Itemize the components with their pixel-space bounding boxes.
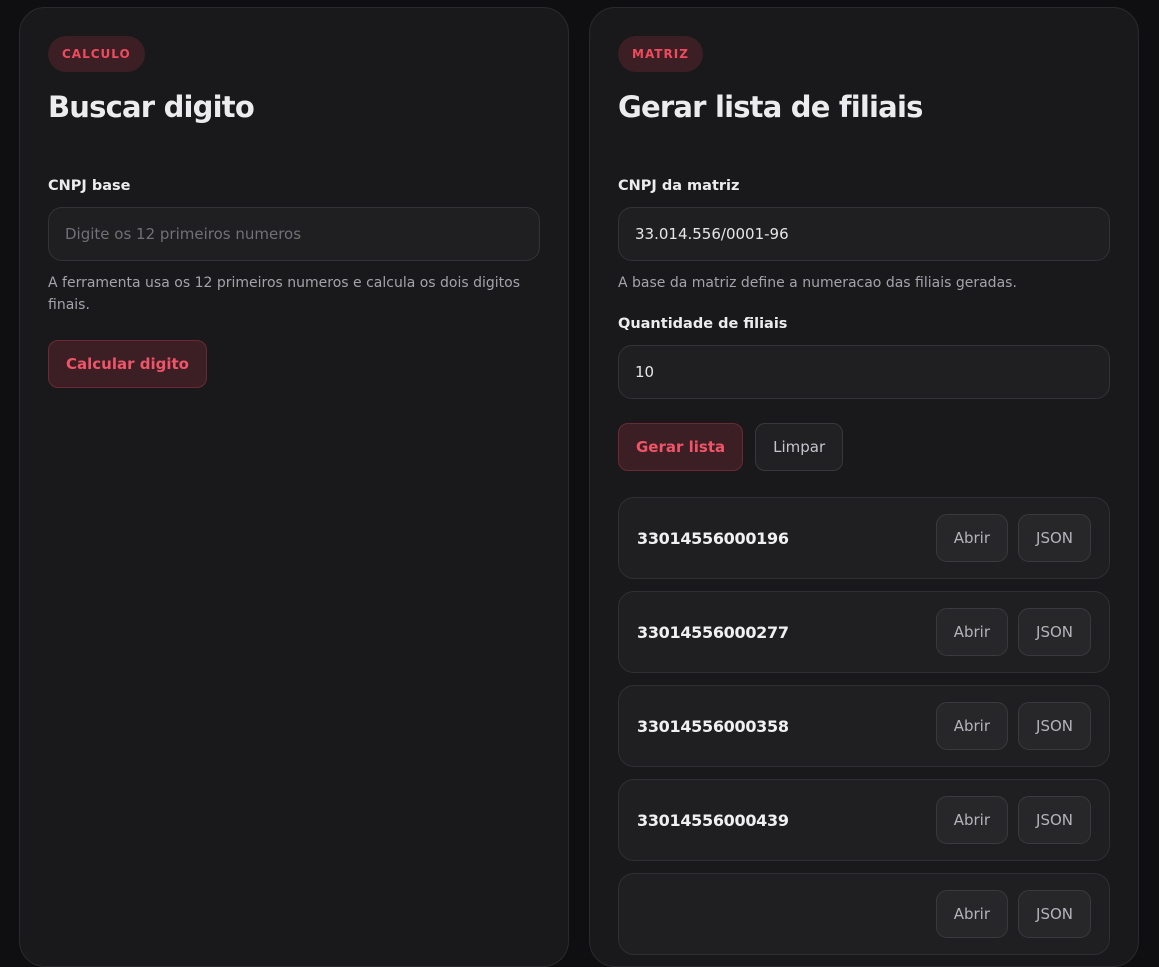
json-button[interactable]: JSON [1018, 890, 1091, 938]
cnpj-base-label: CNPJ base [48, 178, 131, 194]
filial-cnpj: 33014556000439 [637, 810, 789, 830]
panel-title: Buscar digito [48, 90, 255, 124]
list-item: Abrir JSON [618, 873, 1110, 955]
abrir-button[interactable]: Abrir [935, 890, 1009, 938]
abrir-button[interactable]: Abrir [935, 514, 1009, 562]
cnpj-base-help: A ferramenta usa os 12 primeiros numeros… [48, 275, 521, 313]
buscar-digito-panel: CALCULO Buscar digito CNPJ base Digite o… [19, 7, 569, 967]
json-button[interactable]: JSON [1018, 608, 1091, 656]
cnpj-matriz-help: A base da matriz define a numeracao das … [618, 275, 1017, 291]
cnpj-matriz-input[interactable]: 33.014.556/0001-96 [618, 207, 1110, 261]
quantidade-filiais-value: 10 [635, 363, 655, 381]
abrir-button[interactable]: Abrir [935, 702, 1009, 750]
filial-cnpj: 33014556000358 [637, 716, 789, 736]
list-item: 33014556000196 Abrir JSON [618, 497, 1110, 579]
quantidade-filiais-input[interactable]: 10 [618, 345, 1110, 399]
filial-cnpj: 33014556000196 [637, 528, 789, 548]
list-item: 33014556000277 Abrir JSON [618, 591, 1110, 673]
calcular-digito-button[interactable]: Calcular digito [48, 340, 207, 388]
json-button[interactable]: JSON [1018, 514, 1091, 562]
filial-cnpj: 33014556000277 [637, 622, 789, 642]
limpar-button[interactable]: Limpar [755, 423, 844, 471]
cnpj-base-placeholder: Digite os 12 primeiros numeros [65, 225, 302, 243]
cnpj-matriz-value: 33.014.556/0001-96 [635, 225, 789, 243]
abrir-button[interactable]: Abrir [935, 796, 1009, 844]
json-button[interactable]: JSON [1018, 796, 1091, 844]
list-item: 33014556000439 Abrir JSON [618, 779, 1110, 861]
cnpj-matriz-label: CNPJ da matriz [618, 178, 740, 194]
gerar-lista-button[interactable]: Gerar lista [618, 423, 744, 471]
cnpj-base-input[interactable]: Digite os 12 primeiros numeros [48, 207, 540, 261]
json-button[interactable]: JSON [1018, 702, 1091, 750]
filiais-list: 33014556000196 Abrir JSON 33014556000277… [618, 497, 1110, 955]
matriz-badge: MATRIZ [618, 36, 703, 72]
calculo-badge: CALCULO [48, 36, 145, 72]
list-item: 33014556000358 Abrir JSON [618, 685, 1110, 767]
quantidade-filiais-label: Quantidade de filiais [618, 316, 788, 332]
panel-title: Gerar lista de filiais [618, 90, 923, 124]
gerar-filiais-panel: MATRIZ Gerar lista de filiais CNPJ da ma… [589, 7, 1139, 967]
abrir-button[interactable]: Abrir [935, 608, 1009, 656]
